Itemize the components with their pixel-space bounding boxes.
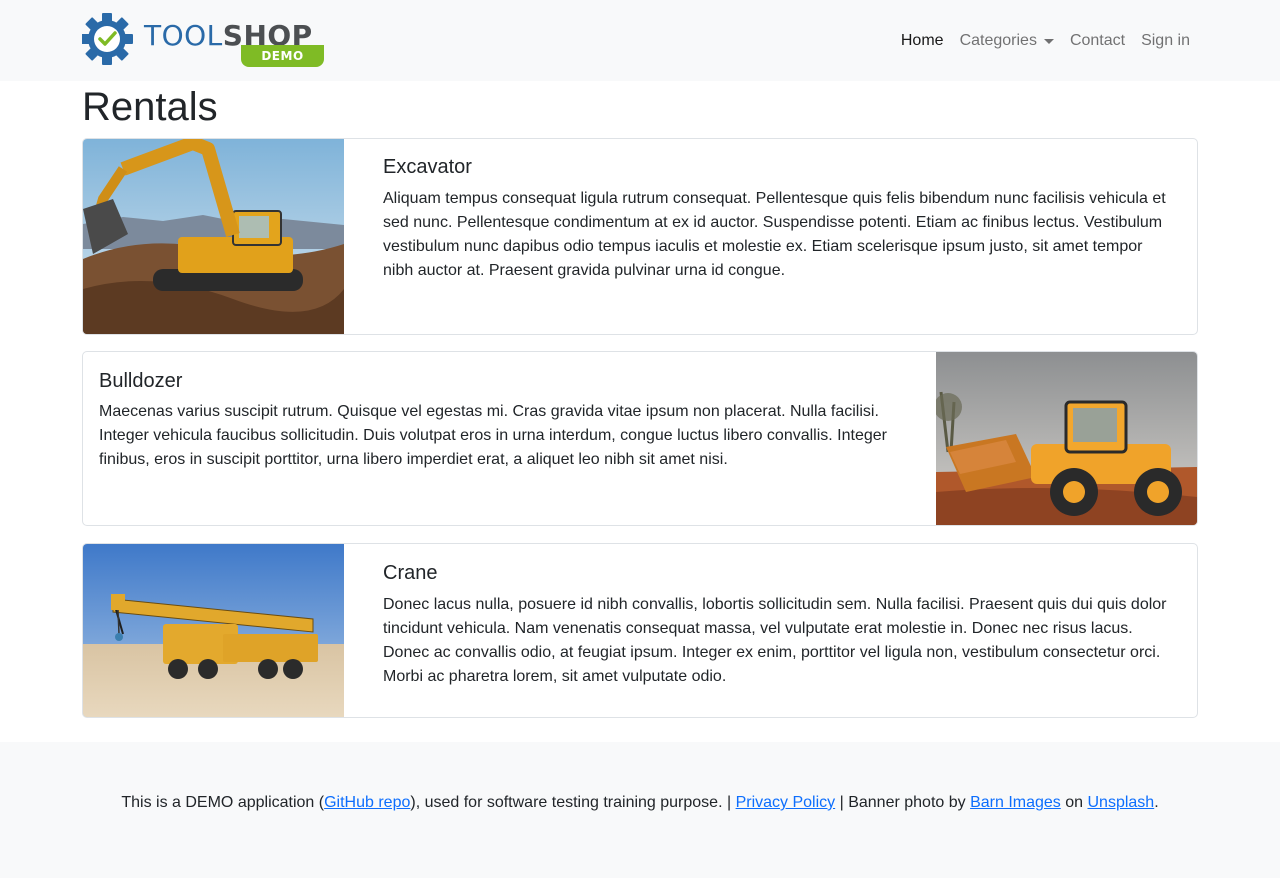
rental-title-bulldozer: Bulldozer (99, 370, 183, 392)
rental-title-crane: Crane (383, 562, 438, 584)
excavator-image (83, 139, 344, 334)
footer: This is a DEMO application (GitHub repo)… (0, 742, 1280, 878)
demo-badge: DEMO (241, 45, 324, 67)
nav-item-contact: Contact (1070, 28, 1125, 54)
nav-item-sign-in: Sign in (1141, 28, 1190, 54)
footer-text: This is a DEMO application (GitHub repo)… (0, 791, 1280, 815)
footer-text-part-4: on (1060, 794, 1088, 811)
footer-text-part-5: . (1154, 794, 1159, 811)
nav-item-categories: Categories (960, 28, 1054, 54)
page-title: Rentals (82, 85, 218, 129)
rental-description-bulldozer: Maecenas varius suscipit rutrum. Quisque… (99, 403, 887, 468)
github-repo-link[interactable]: GitHub repo (324, 794, 410, 811)
footer-text-part-3: | Banner photo by (835, 794, 971, 811)
nav-item-home: Home (901, 28, 944, 54)
footer-text-part-1: This is a DEMO application ( (121, 794, 325, 811)
rental-card-crane: Crane Donec lacus nulla, posuere id nibh… (82, 543, 1198, 718)
footer-text-part-2: ), used for software testing training pu… (410, 794, 736, 811)
nav-link-home[interactable]: Home (901, 28, 944, 54)
nav-link-contact[interactable]: Contact (1070, 28, 1125, 54)
brand-word-tool: TOOL (144, 19, 223, 52)
nav-link-categories-label: Categories (959, 32, 1037, 49)
bulldozer-image (936, 352, 1197, 525)
rental-description-crane: Donec lacus nulla, posuere id nibh conva… (383, 596, 1167, 685)
crane-image (83, 544, 344, 717)
brand-logo[interactable]: TOOLSHOP DEMO (82, 13, 328, 67)
unsplash-link[interactable]: Unsplash (1087, 794, 1154, 811)
main-nav: Home Categories Contact Sign in (901, 28, 1190, 54)
rental-card-excavator: Excavator Aliquam tempus consequat ligul… (82, 138, 1198, 335)
rental-description-excavator: Aliquam tempus consequat ligula rutrum c… (383, 190, 1166, 279)
barn-images-link[interactable]: Barn Images (970, 794, 1061, 811)
navbar: TOOLSHOP DEMO Home Categories Contact Si… (0, 0, 1280, 81)
privacy-policy-link[interactable]: Privacy Policy (736, 794, 836, 811)
nav-link-sign-in[interactable]: Sign in (1141, 28, 1190, 54)
nav-link-categories[interactable]: Categories (960, 28, 1054, 54)
gear-check-icon (82, 13, 133, 65)
rental-title-excavator: Excavator (383, 156, 472, 178)
caret-down-icon (1043, 38, 1054, 44)
rental-card-bulldozer: Bulldozer Maecenas varius suscipit rutru… (82, 351, 1198, 526)
